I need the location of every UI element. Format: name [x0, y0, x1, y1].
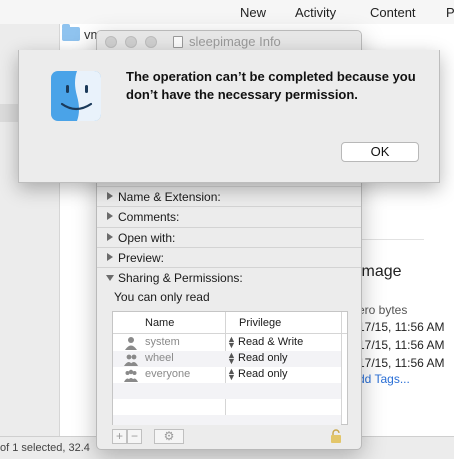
- disclosure-down-icon[interactable]: [106, 275, 114, 281]
- section-label: Comments:: [118, 210, 180, 224]
- permissions-table: Name Privilege system ▲ ▼ Read & Write wh…: [112, 311, 348, 425]
- section-label: Preview:: [118, 251, 165, 265]
- disclosure-right-icon[interactable]: [107, 233, 113, 241]
- popup-arrows-icon[interactable]: ▲ ▼: [227, 335, 236, 350]
- minimize-button[interactable]: [125, 36, 137, 48]
- gear-icon: ⚙: [163, 429, 175, 443]
- add-tags-link[interactable]: dd Tags...: [358, 372, 410, 386]
- section-comments[interactable]: Comments:: [97, 206, 361, 226]
- user-name: wheel: [145, 352, 174, 364]
- section-name-extension[interactable]: Name & Extension:: [97, 186, 361, 206]
- menu-more[interactable]: P: [446, 5, 454, 20]
- created-date: 17/15, 11:56 AM: [358, 320, 445, 334]
- permissions-toolbar: + − ⚙: [112, 429, 348, 445]
- section-label: Name & Extension:: [118, 190, 221, 204]
- permission-note: You can only read: [114, 290, 210, 304]
- section-preview[interactable]: Preview:: [97, 247, 361, 267]
- privilege-value[interactable]: Read & Write: [238, 336, 303, 348]
- file-preview: [360, 180, 424, 240]
- modified-date: 17/15, 11:56 AM: [358, 338, 445, 352]
- screen: New Activity Content P vm image ero byte…: [0, 0, 454, 459]
- section-label: Open with:: [118, 231, 176, 245]
- popup-arrows-icon[interactable]: ▲ ▼: [227, 367, 236, 382]
- single-user-icon: [125, 337, 137, 350]
- folder-icon: [62, 24, 80, 41]
- column-name-header[interactable]: Name: [145, 317, 174, 329]
- lock-icon[interactable]: [330, 429, 342, 443]
- disclosure-right-icon[interactable]: [107, 212, 113, 220]
- file-name: image: [358, 263, 402, 280]
- document-icon: [173, 36, 183, 48]
- menu-new[interactable]: New: [240, 5, 266, 20]
- table-header: Name Privilege: [113, 312, 347, 334]
- add-user-button[interactable]: +: [112, 429, 127, 444]
- section-label: Sharing & Permissions:: [118, 271, 243, 285]
- finder-toolbar: New Activity Content P: [0, 0, 454, 24]
- opened-date: 17/15, 11:56 AM: [358, 356, 445, 370]
- table-row[interactable]: everyone ▲ ▼ Read only: [113, 367, 341, 383]
- table-row[interactable]: system ▲ ▼ Read & Write: [113, 335, 341, 351]
- zoom-button[interactable]: [145, 36, 157, 48]
- everyone-icon: [124, 369, 138, 382]
- section-sharing-permissions[interactable]: Sharing & Permissions:: [97, 267, 361, 287]
- file-size: ero bytes: [358, 303, 408, 317]
- close-button[interactable]: [105, 36, 117, 48]
- section-open-with[interactable]: Open with:: [97, 227, 361, 247]
- disclosure-right-icon[interactable]: [107, 192, 113, 200]
- info-window-title: sleepimage Info: [189, 34, 281, 49]
- alert-sheet: The operation can’t be completed because…: [18, 50, 440, 183]
- privilege-value[interactable]: Read only: [238, 352, 288, 364]
- menu-activity[interactable]: Activity: [295, 5, 336, 20]
- privilege-value[interactable]: Read only: [238, 368, 288, 380]
- action-menu-button[interactable]: ⚙: [154, 429, 184, 444]
- table-row-empty: [113, 383, 341, 399]
- column-divider: [341, 312, 342, 424]
- table-row[interactable]: wheel ▲ ▼ Read only: [113, 351, 341, 367]
- alert-message: The operation can’t be completed because…: [126, 69, 416, 102]
- status-text: of 1 selected, 32.4: [0, 442, 90, 454]
- group-icon: [124, 354, 138, 366]
- user-name: system: [145, 336, 180, 348]
- popup-arrows-icon[interactable]: ▲ ▼: [227, 351, 236, 366]
- table-row-empty: [113, 415, 341, 425]
- menu-content[interactable]: Content: [370, 5, 416, 20]
- column-privilege-header[interactable]: Privilege: [239, 317, 281, 329]
- finder-icon: [51, 71, 101, 121]
- user-name: everyone: [145, 368, 191, 380]
- remove-user-button[interactable]: −: [127, 429, 142, 444]
- ok-button[interactable]: OK: [341, 142, 419, 162]
- disclosure-right-icon[interactable]: [107, 253, 113, 261]
